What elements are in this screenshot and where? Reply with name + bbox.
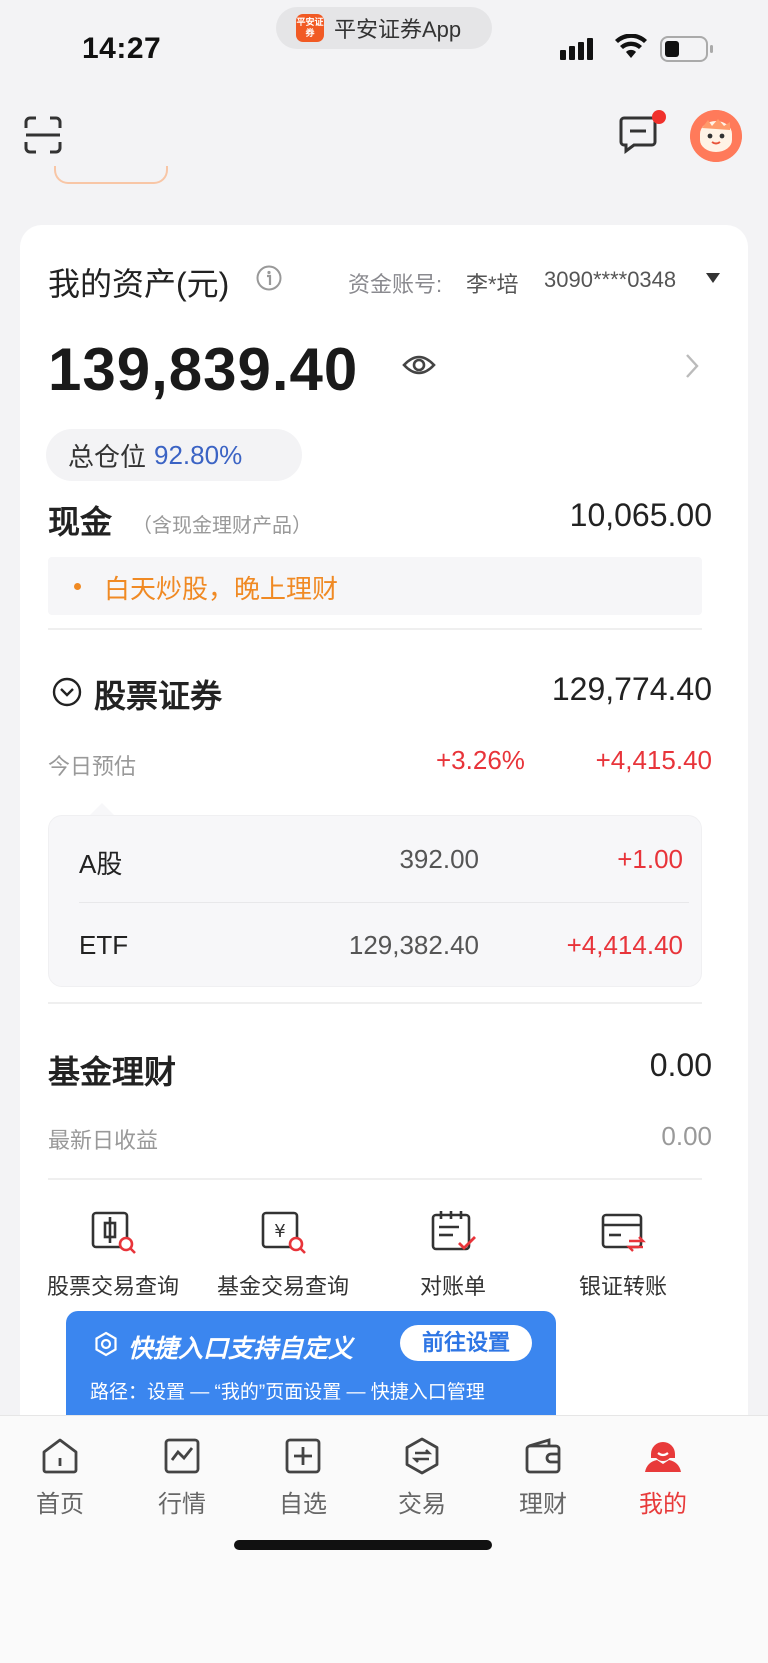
- scan-icon[interactable]: [24, 116, 62, 154]
- cash-promo-banner[interactable]: 白天炒股，晚上理财: [48, 557, 702, 615]
- account-label: 资金账号:: [348, 272, 443, 297]
- tab-label: 理财: [519, 1491, 567, 1518]
- statement-icon: [431, 1211, 476, 1251]
- holding-change: +4,414.40: [566, 930, 683, 960]
- app-indicator-pill[interactable]: 平安证券 平安证券App: [276, 7, 492, 49]
- holding-name: ETF: [79, 930, 129, 960]
- tab-home[interactable]: 首页: [0, 1436, 120, 1519]
- avatar[interactable]: [690, 110, 742, 162]
- fund-query-icon: ¥: [261, 1211, 306, 1254]
- tab-trade[interactable]: 交易: [362, 1436, 482, 1519]
- tab-market[interactable]: 行情: [122, 1436, 242, 1519]
- today-estimate-label: 今日预估: [48, 754, 137, 779]
- quick-action-label: 股票交易查询: [46, 1274, 179, 1299]
- go-settings-button[interactable]: 前往设置: [400, 1325, 532, 1361]
- tab-label: 我的: [639, 1491, 687, 1518]
- holdings-breakdown: A股 392.00 +1.00 ETF 129,382.40 +4,414.40: [48, 815, 702, 987]
- quick-action-label: 银证转账: [578, 1274, 667, 1299]
- fund-daily-label: 最新日收益: [48, 1128, 159, 1153]
- market-icon: [164, 1438, 200, 1474]
- fund-title: 基金理财: [48, 1054, 177, 1090]
- app-name: 平安证券App: [334, 17, 462, 42]
- assets-title: 我的资产(元): [48, 266, 230, 302]
- status-bar: 14:27 平安证券 平安证券App: [0, 0, 768, 100]
- cash-title: 现金: [48, 504, 113, 540]
- divider: [48, 1178, 702, 1180]
- shortcut-tooltip: 快捷入口支持自定义 前往设置 路径：设置 — “我的”页面设置 — 快捷入口管理: [66, 1311, 556, 1415]
- battery-icon: [660, 36, 713, 62]
- fund-daily-value: 0.00: [661, 1121, 712, 1151]
- fund-value: 0.00: [649, 1047, 712, 1083]
- quick-statement[interactable]: 对账单: [368, 1209, 538, 1301]
- message-icon[interactable]: [618, 116, 658, 154]
- bottom-tab-bar: 首页 行情 自选 交易 理财 我的: [0, 1415, 768, 1663]
- chevron-right-icon[interactable]: [684, 353, 700, 379]
- holding-row[interactable]: A股 392.00 +1.00: [49, 816, 703, 903]
- account-number[interactable]: 3090****0348: [544, 267, 676, 293]
- trade-icon: [405, 1437, 439, 1475]
- quick-fund-query[interactable]: ¥ 基金交易查询: [198, 1209, 368, 1301]
- stock-query-icon: [91, 1211, 136, 1254]
- position-value: 92.80%: [154, 439, 243, 470]
- quick-bank-transfer[interactable]: 银证转账: [538, 1209, 708, 1301]
- tab-label: 自选: [279, 1491, 327, 1518]
- info-icon[interactable]: [256, 265, 282, 291]
- total-assets-value: 139,839.40: [48, 336, 359, 403]
- tab-watchlist[interactable]: 自选: [243, 1436, 363, 1519]
- wifi-icon: [615, 34, 647, 58]
- eye-icon[interactable]: [402, 353, 436, 377]
- promo-text: 白天炒股，晚上理财: [104, 574, 339, 604]
- tab-label: 交易: [398, 1491, 446, 1518]
- account-dropdown-icon[interactable]: [706, 273, 720, 283]
- home-indicator: [234, 1540, 492, 1550]
- tooltip-path-text: 路径：设置 — “我的”页面设置 — 快捷入口管理: [90, 1382, 485, 1403]
- holding-name: A股: [79, 849, 123, 879]
- cash-value: 10,065.00: [569, 497, 712, 533]
- account-name[interactable]: 李*培: [466, 267, 519, 299]
- quick-action-label: 对账单: [419, 1274, 486, 1299]
- cellular-signal-icon: [560, 38, 593, 60]
- holding-change: +1.00: [617, 844, 683, 874]
- profile-icon: [645, 1442, 681, 1472]
- bank-transfer-icon: [601, 1213, 646, 1252]
- sub-box-pointer: [90, 803, 114, 815]
- avatar-face-icon: [690, 110, 742, 162]
- tooltip-title: 快捷入口支持自定义: [128, 1335, 354, 1363]
- today-estimate-percent: +3.26%: [436, 745, 525, 775]
- watchlist-icon: [285, 1438, 321, 1474]
- top-peek-pill: [54, 166, 168, 184]
- tab-profile[interactable]: 我的: [603, 1436, 723, 1519]
- holding-value: 392.00: [399, 844, 479, 874]
- divider: [48, 1002, 702, 1004]
- app-logo-icon: 平安证券: [296, 14, 324, 42]
- position-label: 总仓位: [68, 441, 147, 472]
- wallet-icon: [525, 1438, 561, 1474]
- position-pill: 总仓位 92.80%: [46, 429, 302, 481]
- settings-hexagon-icon: [95, 1331, 117, 1357]
- holding-row[interactable]: ETF 129,382.40 +4,414.40: [49, 902, 703, 988]
- home-icon: [42, 1438, 78, 1474]
- tab-label: 行情: [158, 1491, 206, 1518]
- message-unread-dot: [652, 110, 666, 124]
- today-estimate-amount: +4,415.40: [595, 745, 712, 775]
- collapse-chevron-icon[interactable]: [52, 677, 82, 707]
- tab-wealth[interactable]: 理财: [483, 1436, 603, 1519]
- cash-subtitle: （含现金理财产品）: [132, 515, 312, 537]
- tab-label: 首页: [36, 1491, 84, 1518]
- stocks-value: 129,774.40: [551, 671, 712, 707]
- stocks-title[interactable]: 股票证券: [94, 671, 222, 717]
- svg-text:¥: ¥: [274, 1221, 285, 1242]
- promo-bullet: [74, 583, 81, 590]
- status-time: 14:27: [82, 32, 162, 65]
- quick-stock-query[interactable]: 股票交易查询: [28, 1209, 198, 1301]
- holding-value: 129,382.40: [348, 930, 479, 960]
- divider: [48, 628, 702, 630]
- quick-action-label: 基金交易查询: [216, 1274, 349, 1299]
